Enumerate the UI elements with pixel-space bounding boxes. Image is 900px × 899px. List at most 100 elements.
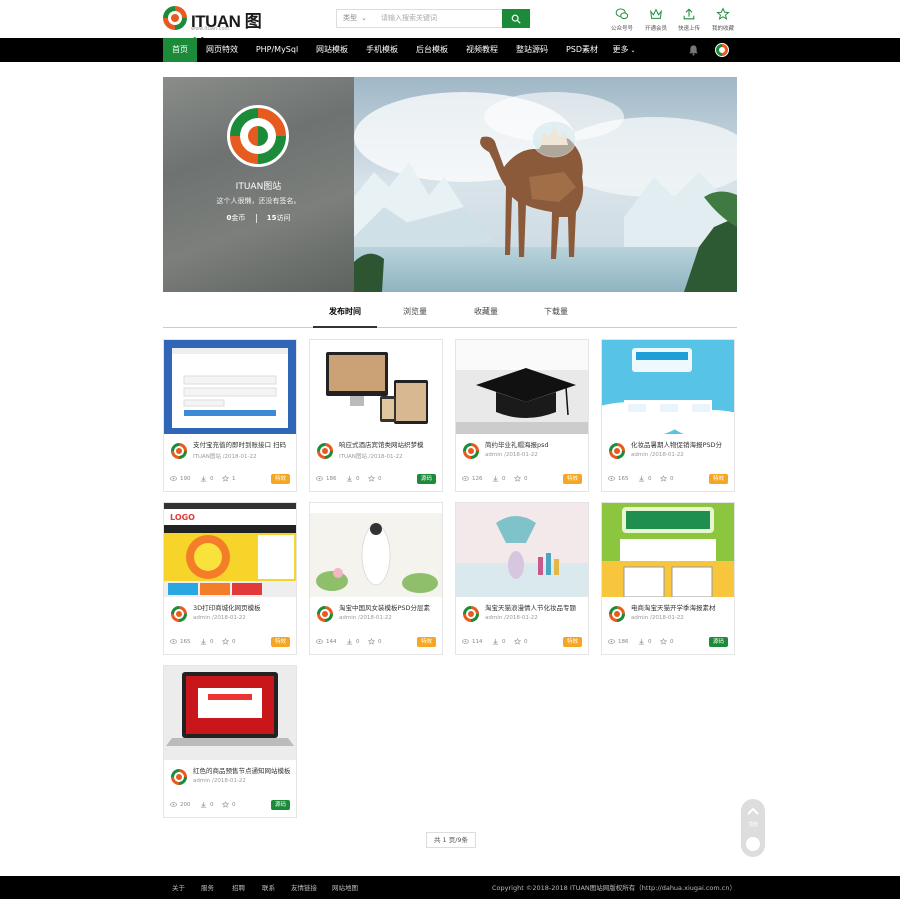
- search-input[interactable]: [381, 12, 501, 25]
- resource-card[interactable]: 淘宝中国风女装模板PSD分层素 admin /2018-01-22 144 0 0 特效: [309, 502, 443, 655]
- nav-item-video[interactable]: 视频教程: [463, 38, 501, 62]
- nav-item-psd[interactable]: PSD素材: [563, 38, 601, 62]
- category-tag[interactable]: 特效: [270, 637, 290, 647]
- card-meta: admin /2018-01-22: [631, 615, 684, 621]
- card-title[interactable]: 3D打印商城化网页模板: [193, 604, 293, 613]
- author-avatar[interactable]: [317, 606, 333, 622]
- nav-item-templates[interactable]: 网站模板: [313, 38, 351, 62]
- eye-icon: [608, 476, 615, 481]
- footer-link-service[interactable]: 服务: [201, 882, 214, 892]
- resource-card[interactable]: 支付宝充值的即时到账接口 扫码 ITUAN图站 /2018-01-22 190 0 1 特…: [163, 339, 297, 492]
- card-thumbnail[interactable]: LOGO: [164, 503, 296, 597]
- banner-artwork: [354, 77, 737, 292]
- card-title[interactable]: 淘宝中国风女装模板PSD分层素: [339, 604, 439, 613]
- resource-card[interactable]: 红色的商品预售节点通知网站模板 admin /2018-01-22 200 0 0 源码: [163, 665, 297, 818]
- card-thumbnail[interactable]: [310, 503, 442, 597]
- card-thumbnail[interactable]: [456, 503, 588, 597]
- author-avatar[interactable]: [171, 443, 187, 459]
- nav-item-mobile[interactable]: 手机模板: [363, 38, 401, 62]
- category-tag[interactable]: 特效: [562, 637, 582, 647]
- resource-card[interactable]: LOGO 3D打印商城化网页模板 admin /2018-01-22 165 0 0 特效: [163, 502, 297, 655]
- card-title[interactable]: 红色的商品预售节点通知网站模板: [193, 767, 293, 776]
- card-meta: admin /2018-01-22: [485, 452, 538, 458]
- card-author[interactable]: admin: [193, 778, 210, 784]
- tab-favorites[interactable]: 收藏量: [456, 306, 516, 328]
- tool-wechat[interactable]: 公众号号: [607, 7, 637, 32]
- footer-link-sitemap[interactable]: 网站地图: [332, 882, 358, 892]
- site-logo[interactable]: ITUAN 图站 www.ituan.com: [163, 4, 273, 56]
- nav-item-php[interactable]: PHP/MySql: [253, 38, 301, 62]
- tool-favorites[interactable]: 我的收藏: [708, 7, 738, 32]
- tab-publish-time[interactable]: 发布时间: [313, 306, 377, 328]
- tool-vip[interactable]: 开通会员: [641, 7, 671, 32]
- nav-item-effects[interactable]: 网页特效: [203, 38, 241, 62]
- category-tag[interactable]: 特效: [708, 474, 728, 484]
- category-tag[interactable]: 特效: [562, 474, 582, 484]
- category-tag[interactable]: 特效: [270, 474, 290, 484]
- stat-views: 114: [462, 638, 483, 645]
- card-author[interactable]: admin: [339, 615, 356, 621]
- resource-card[interactable]: 化妆品暑期人物促销海报PSD分 admin /2018-01-22 165 0 0 特效: [601, 339, 735, 492]
- card-thumbnail[interactable]: [310, 340, 442, 434]
- card-author[interactable]: admin: [193, 615, 210, 621]
- category-tag[interactable]: 源码: [416, 474, 436, 484]
- card-title[interactable]: 支付宝充值的即时到账接口 扫码: [193, 441, 293, 450]
- pagination[interactable]: 共 1 页/9条: [426, 832, 476, 848]
- card-title[interactable]: 响应式酒店宾馆类网站织梦模: [339, 441, 439, 450]
- nav-item-more[interactable]: 更多 ⌄: [611, 38, 637, 62]
- stat-downloads: 0: [200, 801, 214, 808]
- user-avatar[interactable]: [715, 43, 729, 57]
- card-title[interactable]: 电商淘宝天猫开学季海报素材: [631, 604, 731, 613]
- category-tag[interactable]: 特效: [416, 637, 436, 647]
- tab-downloads[interactable]: 下载量: [526, 306, 586, 328]
- card-author[interactable]: admin: [631, 615, 648, 621]
- card-thumbnail[interactable]: [456, 340, 588, 434]
- favorites-count: 0: [670, 475, 674, 482]
- back-to-top-button[interactable]: [741, 801, 765, 821]
- card-thumbnail[interactable]: [164, 340, 296, 434]
- search-button[interactable]: [502, 9, 530, 28]
- card-author[interactable]: ITUAN图站: [193, 454, 221, 460]
- profile-avatar[interactable]: [227, 105, 289, 167]
- downloads-count: 0: [648, 638, 652, 645]
- category-tag[interactable]: 源码: [270, 800, 290, 810]
- stat-downloads: 0: [492, 638, 506, 645]
- card-thumbnail[interactable]: [164, 666, 296, 760]
- author-avatar[interactable]: [463, 606, 479, 622]
- card-author[interactable]: admin: [485, 452, 502, 458]
- card-title[interactable]: 化妆品暑期人物促销海报PSD分: [631, 441, 731, 450]
- card-thumbnail[interactable]: [602, 340, 734, 434]
- author-avatar[interactable]: [171, 606, 187, 622]
- footer-link-friends[interactable]: 友情链接: [291, 882, 317, 892]
- author-avatar[interactable]: [609, 606, 625, 622]
- card-meta: admin /2018-01-22: [485, 615, 538, 621]
- resource-card[interactable]: 淘宝天猫浪漫情人节化妆品专题 admin /2018-01-22 114 0 0 特效: [455, 502, 589, 655]
- author-avatar[interactable]: [463, 443, 479, 459]
- nav-item-home[interactable]: 首页: [163, 38, 197, 62]
- footer-link-jobs[interactable]: 招聘: [232, 882, 245, 892]
- resource-card[interactable]: 响应式酒店宾馆类网站织梦模 ITUAN图站 /2018-01-22 186 0 0 源码: [309, 339, 443, 492]
- chat-icon[interactable]: [746, 837, 760, 851]
- resource-card[interactable]: 简约毕业礼帽海报psd admin /2018-01-22 126 0 0 特效: [455, 339, 589, 492]
- card-date: 2018-01-22: [651, 615, 684, 621]
- resource-card[interactable]: 电商淘宝天猫开学季海报素材 admin /2018-01-22 186 0 0 源码: [601, 502, 735, 655]
- card-title[interactable]: 淘宝天猫浪漫情人节化妆品专题: [485, 604, 585, 613]
- card-title[interactable]: 简约毕业礼帽海报psd: [485, 441, 585, 450]
- card-author[interactable]: admin: [485, 615, 502, 621]
- tab-views[interactable]: 浏览量: [385, 306, 445, 328]
- nav-item-admin[interactable]: 后台模板: [413, 38, 451, 62]
- card-thumbnail[interactable]: [602, 503, 734, 597]
- author-avatar[interactable]: [171, 769, 187, 785]
- category-tag[interactable]: 源码: [708, 637, 728, 647]
- search-type-select[interactable]: 类型: [343, 13, 367, 23]
- footer-link-contact[interactable]: 联系: [262, 882, 275, 892]
- stat-favorites: 0: [660, 638, 674, 645]
- author-avatar[interactable]: [317, 443, 333, 459]
- bell-icon[interactable]: [688, 44, 699, 56]
- author-avatar[interactable]: [609, 443, 625, 459]
- card-author[interactable]: ITUAN图站: [339, 454, 367, 460]
- footer-link-about[interactable]: 关于: [172, 882, 185, 892]
- card-author[interactable]: admin: [631, 452, 648, 458]
- tool-upload[interactable]: 快速上传: [674, 7, 704, 32]
- nav-item-source[interactable]: 整站源码: [513, 38, 551, 62]
